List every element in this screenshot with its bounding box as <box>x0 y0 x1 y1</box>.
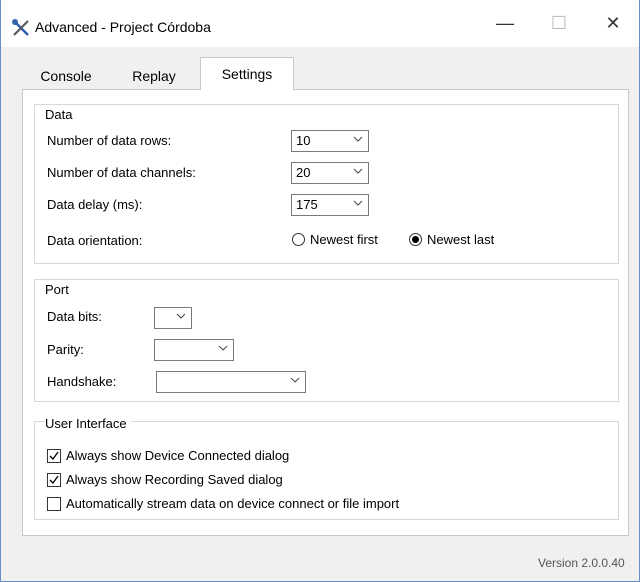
tab-replay[interactable]: Replay <box>110 63 198 89</box>
data-delay-dropdown[interactable]: 175 <box>291 194 369 216</box>
minimize-icon: — <box>496 13 514 33</box>
chevron-down-icon <box>353 168 363 174</box>
checkbox-auto-stream-label: Automatically stream data on device conn… <box>66 496 400 511</box>
data-bits-label: Data bits: <box>47 309 102 324</box>
data-bits-dropdown[interactable] <box>154 307 192 329</box>
data-channels-dropdown[interactable]: 20 <box>291 162 369 184</box>
data-rows-dropdown[interactable]: 10 <box>291 130 369 152</box>
radio-newest-last[interactable]: Newest last <box>409 232 494 247</box>
tools-icon <box>12 19 29 36</box>
parity-label: Parity: <box>47 342 84 357</box>
checkbox-recording-saved-box <box>47 472 61 487</box>
checkmark-icon <box>49 451 59 460</box>
handshake-dropdown[interactable] <box>156 371 306 393</box>
data-delay-label: Data delay (ms): <box>47 197 143 212</box>
checkbox-recording-saved[interactable]: Always show Recording Saved dialog <box>47 472 283 487</box>
data-channels-label: Number of data channels: <box>47 165 196 180</box>
window-title: Advanced - Project Córdoba <box>35 19 211 35</box>
minimize-button[interactable]: — <box>479 0 531 47</box>
data-channels-value: 20 <box>296 165 311 180</box>
data-delay-value: 175 <box>296 197 318 212</box>
close-icon: ✕ <box>605 13 621 33</box>
checkbox-recording-saved-label: Always show Recording Saved dialog <box>66 472 283 487</box>
user-interface-group: User Interface Always show Device Connec… <box>34 416 619 520</box>
data-group-title: Data <box>45 107 73 122</box>
chevron-down-icon <box>290 377 300 383</box>
checkbox-auto-stream[interactable]: Automatically stream data on device conn… <box>47 496 399 511</box>
user-interface-group-title: User Interface <box>45 416 131 431</box>
tab-settings[interactable]: Settings <box>200 57 294 90</box>
radio-newest-first[interactable]: Newest first <box>292 232 378 247</box>
radio-newest-last-circle <box>409 233 422 246</box>
chevron-down-icon <box>218 345 228 351</box>
app-window: Advanced - Project Córdoba — ☐ ✕ Console… <box>0 0 640 582</box>
chevron-down-icon <box>353 136 363 142</box>
data-orientation-label: Data orientation: <box>47 233 143 248</box>
handshake-label: Handshake: <box>47 374 117 389</box>
radio-newest-first-label: Newest first <box>310 232 378 247</box>
radio-newest-first-circle <box>292 233 305 246</box>
data-group: Data Number of data rows: 10 Number of d… <box>34 104 619 264</box>
checkbox-device-connected-box <box>47 448 61 463</box>
version-label: Version 2.0.0.40 <box>538 556 625 570</box>
port-group-title: Port <box>45 282 69 297</box>
parity-dropdown[interactable] <box>154 339 234 361</box>
data-rows-value: 10 <box>296 133 311 148</box>
settings-panel: Data Number of data rows: 10 Number of d… <box>22 89 629 536</box>
checkbox-auto-stream-box <box>47 496 61 511</box>
maximize-button[interactable]: ☐ <box>533 0 585 47</box>
checkbox-device-connected[interactable]: Always show Device Connected dialog <box>47 448 289 463</box>
tab-console-label: Console <box>40 68 92 84</box>
checkbox-device-connected-label: Always show Device Connected dialog <box>66 448 290 463</box>
chevron-down-icon <box>176 313 186 319</box>
checkmark-icon <box>49 475 59 484</box>
chevron-down-icon <box>353 200 363 206</box>
tab-replay-label: Replay <box>132 68 176 84</box>
maximize-icon: ☐ <box>550 13 568 33</box>
tab-settings-label: Settings <box>221 66 273 82</box>
port-group: Port Data bits: Parity: Handshake: <box>34 279 619 402</box>
tab-console[interactable]: Console <box>22 63 110 89</box>
data-rows-label: Number of data rows: <box>47 133 172 148</box>
radio-newest-last-label: Newest last <box>427 232 495 247</box>
close-button[interactable]: ✕ <box>587 0 639 47</box>
title-bar[interactable]: Advanced - Project Córdoba — ☐ ✕ <box>1 0 639 47</box>
